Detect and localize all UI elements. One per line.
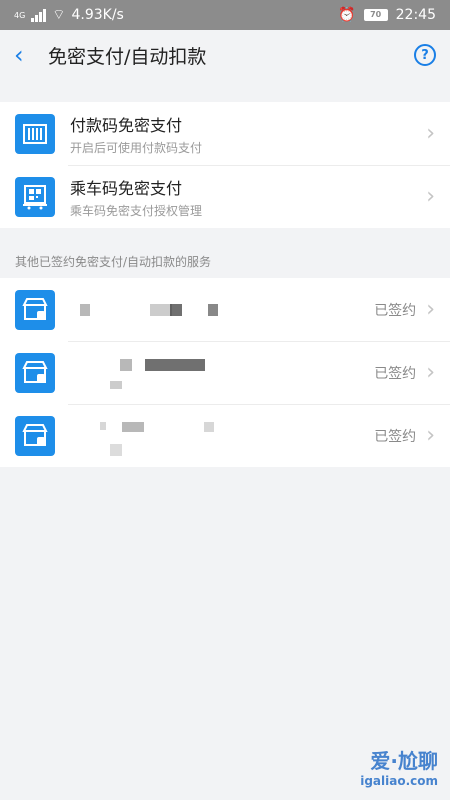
chevron-right-icon: › (426, 423, 435, 448)
bus-code-icon (15, 176, 55, 217)
store-icon (15, 289, 55, 330)
header: ‹ 免密支付/自动扣款 ? (0, 30, 450, 80)
service-row[interactable]: 已签约 › (0, 278, 450, 341)
wifi-icon: ⌔ (52, 7, 66, 23)
service-name-redacted (70, 353, 374, 393)
help-icon[interactable]: ? (414, 44, 436, 66)
chevron-right-icon: › (426, 297, 435, 322)
chevron-right-icon: › (426, 121, 435, 146)
chevron-right-icon: › (426, 184, 435, 209)
page-title: 免密支付/自动扣款 (48, 45, 207, 68)
chevron-right-icon: › (426, 360, 435, 385)
item-title: 乘车码免密支付 (70, 178, 183, 198)
clock: 22:45 (395, 7, 436, 23)
item-subtitle: 乘车码免密支付授权管理 (70, 203, 203, 218)
signal-icon (31, 8, 47, 22)
item-title: 付款码免密支付 (70, 115, 183, 135)
item-subtitle: 开启后可使用付款码支付 (70, 140, 203, 155)
list-item-payment-code[interactable]: 付款码免密支付 开启后可使用付款码支付 › (0, 102, 450, 165)
service-row[interactable]: 已签约 › (0, 404, 450, 467)
watermark-logo: 爱·尬聊 igaliao.com (360, 745, 438, 788)
status-badge: 已签约 (374, 428, 417, 445)
store-icon (15, 415, 55, 456)
watermark-line1: 爱·尬聊 (370, 749, 438, 773)
network-type: 4G (14, 10, 26, 20)
watermark-line2: igaliao.com (360, 774, 438, 788)
battery-icon: 70 (363, 9, 388, 21)
alarm-icon: ⏰ (338, 7, 356, 23)
network-speed: 4.93K/s (71, 7, 124, 23)
service-row[interactable]: 已签约 › (0, 341, 450, 404)
barcode-icon (15, 113, 55, 154)
status-badge: 已签约 (374, 302, 417, 319)
section-label: 其他已签约免密支付/自动扣款的服务 (15, 255, 212, 269)
list-item-bus-code[interactable]: 乘车码免密支付 乘车码免密支付授权管理 › (0, 165, 450, 228)
status-badge: 已签约 (374, 365, 417, 382)
status-bar: 4G ⌔ 4.93K/s ⏰ 70 22:45 (0, 0, 450, 30)
service-name-redacted (70, 416, 374, 456)
service-list: 已签约 › 已签约 › 已签约 › (0, 278, 450, 467)
back-icon[interactable]: ‹ (14, 41, 40, 69)
payment-list: 付款码免密支付 开启后可使用付款码支付 › 乘车码免密支付 乘车码免密支付授权管… (0, 102, 450, 228)
service-name-redacted (70, 290, 374, 330)
store-icon (15, 352, 55, 393)
